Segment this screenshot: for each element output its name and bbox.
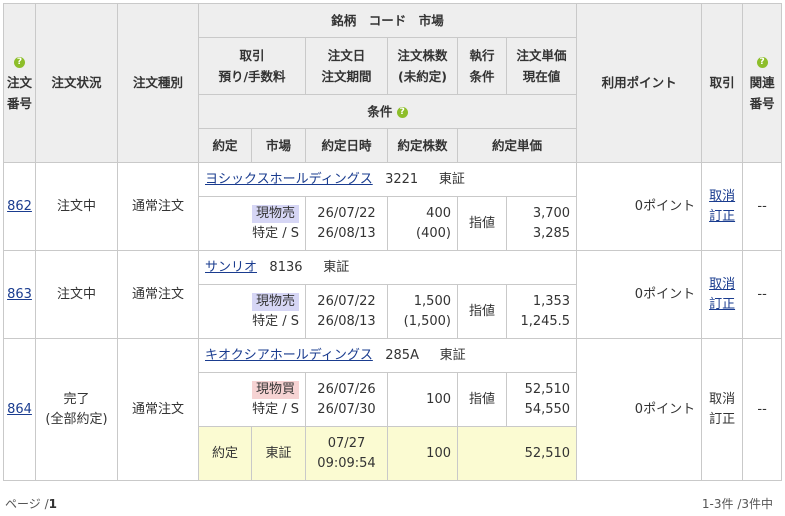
cancel-label: 取消 xyxy=(709,391,736,407)
header-order-no: ? 注文 番号 xyxy=(3,3,36,163)
header-order-date: 注文日 注文期間 xyxy=(305,37,388,95)
stock-market: 東証 xyxy=(323,259,350,275)
order-status: 完了 (全部約定) xyxy=(35,338,118,481)
side-badge: 現物売 xyxy=(251,292,299,311)
date-cell: 26/07/22 26/08/13 xyxy=(305,284,388,339)
table-row: 862 注文中 通常注文 ヨシックスホールディングス 3221 東証 0ポイント… xyxy=(3,162,783,251)
header-exec-datetime: 約定日時 xyxy=(305,128,388,163)
side-badge: 現物買 xyxy=(251,380,299,399)
price-cell: 3,700 3,285 xyxy=(505,196,578,251)
table-row: 863 注文中 通常注文 サンリオ 8136 東証 0ポイント 取消 訂正 -- xyxy=(3,250,783,339)
header-stock: 銘柄 コード 市場 xyxy=(197,3,578,38)
stock-name-link[interactable]: サンリオ xyxy=(205,260,257,275)
trade-cell: 現物売 特定 / S xyxy=(198,284,306,339)
result-count: 1-3件 /3件中 xyxy=(701,497,773,511)
action-cell: 取消 訂正 xyxy=(701,338,744,481)
trade-cell: 現物売 特定 / S xyxy=(198,196,306,251)
condition: 指値 xyxy=(457,284,507,339)
exec-datetime: 07/27 09:09:54 xyxy=(305,426,388,481)
order-number-link[interactable]: 864 xyxy=(3,338,36,481)
condition: 指値 xyxy=(457,372,507,427)
table-row: 864 完了 (全部約定) 通常注文 キオクシアホールディングス 285A 東証… xyxy=(3,338,783,481)
stock-market: 東証 xyxy=(439,347,466,363)
order-list-table: ? 注文 番号 注文状況 注文種別 銘柄 コード 市場 利用ポイント 取引 ? … xyxy=(3,3,783,481)
header-market: 市場 xyxy=(251,128,306,163)
order-type: 通常注文 xyxy=(117,338,199,481)
stock-code: 8136 xyxy=(269,259,303,275)
stock-info: ヨシックスホールディングス 3221 東証 xyxy=(197,162,578,197)
order-status: 注文中 xyxy=(35,162,118,251)
header-cond: 執行 条件 xyxy=(457,37,507,95)
exec-price: 52,510 xyxy=(456,426,578,481)
account: 特定 / S xyxy=(252,225,299,241)
header-trade: 取引 預り/手数料 xyxy=(198,37,306,95)
related-number: -- xyxy=(742,162,783,251)
modify-link[interactable]: 訂正 xyxy=(702,207,742,227)
points: 0ポイント xyxy=(576,338,703,481)
header-exec-qty: 約定株数 xyxy=(387,128,458,163)
header-action: 取引 xyxy=(701,3,744,163)
order-number-link[interactable]: 863 xyxy=(3,250,36,339)
order-type: 通常注文 xyxy=(117,162,199,251)
exec-market: 東証 xyxy=(251,426,306,481)
account: 特定 / S xyxy=(252,313,299,329)
header-qty: 注文株数 (未約定) xyxy=(387,37,458,95)
stock-name-link[interactable]: ヨシックスホールディングス xyxy=(205,172,373,187)
header-conditions: 条件 ? xyxy=(197,94,578,129)
date-cell: 26/07/22 26/08/13 xyxy=(305,196,388,251)
qty-cell: 400 (400) xyxy=(387,196,458,251)
account: 特定 / S xyxy=(252,401,299,417)
price-cell: 52,510 54,550 xyxy=(505,372,578,427)
header-exec-price: 約定単価 xyxy=(456,128,578,163)
help-icon[interactable]: ? xyxy=(14,57,25,68)
header-related: ? 関連 番号 xyxy=(742,3,783,163)
order-type: 通常注文 xyxy=(117,250,199,339)
date-cell: 26/07/26 26/07/30 xyxy=(305,372,388,427)
action-cell: 取消 訂正 xyxy=(701,250,744,339)
exec-qty: 100 xyxy=(387,426,458,481)
stock-name-link[interactable]: キオクシアホールディングス xyxy=(205,348,373,363)
qty-cell: 100 xyxy=(387,372,458,427)
cancel-link[interactable]: 取消 xyxy=(702,187,742,207)
related-number: -- xyxy=(742,338,783,481)
related-number: -- xyxy=(742,250,783,339)
stock-info: サンリオ 8136 東証 xyxy=(197,250,578,285)
action-cell: 取消 訂正 xyxy=(701,162,744,251)
header-type: 注文種別 xyxy=(117,3,199,163)
modify-label: 訂正 xyxy=(709,411,736,427)
help-icon[interactable]: ? xyxy=(756,57,768,68)
exec-label: 約定 xyxy=(198,426,252,481)
header-status: 注文状況 xyxy=(35,3,118,163)
stock-info: キオクシアホールディングス 285A 東証 xyxy=(197,338,578,373)
trade-cell: 現物買 特定 / S xyxy=(198,372,306,427)
side-badge: 現物売 xyxy=(251,204,299,223)
order-status: 注文中 xyxy=(35,250,118,339)
header-price: 注文単価 現在値 xyxy=(505,37,578,95)
pagination: ページ /1 xyxy=(5,497,57,511)
points: 0ポイント xyxy=(576,162,703,251)
cancel-link[interactable]: 取消 xyxy=(702,275,742,295)
modify-link[interactable]: 訂正 xyxy=(702,295,742,315)
stock-code: 285A xyxy=(385,347,419,363)
points: 0ポイント xyxy=(576,250,703,339)
header-points: 利用ポイント xyxy=(576,3,703,163)
qty-cell: 1,500 (1,500) xyxy=(387,284,458,339)
header-exec: 約定 xyxy=(198,128,252,163)
condition: 指値 xyxy=(457,196,507,251)
stock-market: 東証 xyxy=(438,171,465,187)
price-cell: 1,353 1,245.5 xyxy=(505,284,578,339)
stock-code: 3221 xyxy=(385,171,419,187)
page-number: 1 xyxy=(48,497,57,511)
order-number-link[interactable]: 862 xyxy=(3,162,36,251)
help-icon[interactable]: ? xyxy=(396,106,408,118)
